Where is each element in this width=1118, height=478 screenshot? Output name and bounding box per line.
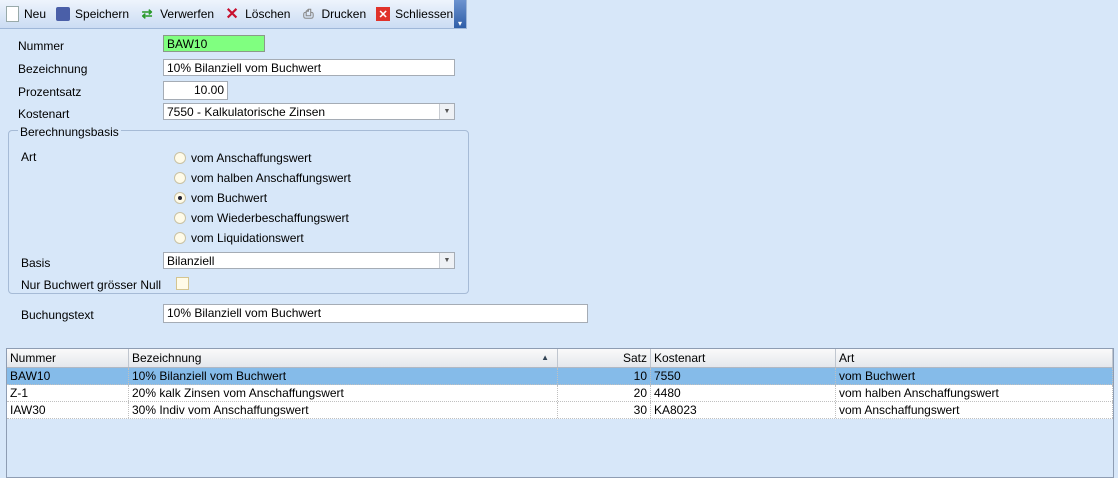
group-title: Berechnungsbasis	[18, 125, 121, 139]
radio-icon	[174, 172, 186, 184]
data-grid: Nummer Bezeichnung ▲ Satz Kostenart Art B…	[6, 348, 1114, 478]
table-row[interactable]: IAW30 30% Indiv vom Anschaffungswert 30 KA8…	[7, 402, 1113, 419]
cell-nummer: BAW10	[7, 368, 129, 384]
cell-bezeichnung: 30% Indiv vom Anschaffungswert	[129, 402, 558, 418]
new-document-icon	[6, 6, 19, 22]
sort-ascending-icon: ▲	[541, 353, 549, 362]
column-header-nummer[interactable]: Nummer	[7, 349, 129, 367]
nummer-field[interactable]: BAW10	[163, 35, 265, 52]
cell-art: vom halben Anschaffungswert	[836, 385, 1113, 401]
cell-bezeichnung: 10% Bilanziell vom Buchwert	[129, 368, 558, 384]
column-header-art[interactable]: Art	[836, 349, 1113, 367]
nur-buchwert-label: Nur Buchwert grösser Null	[21, 278, 162, 292]
kostenart-label: Kostenart	[18, 107, 70, 121]
cell-satz: 30	[558, 402, 651, 418]
radio-icon	[174, 232, 186, 244]
discard-arrow-icon: ⇄	[141, 6, 153, 21]
delete-x-icon: ✕	[225, 6, 239, 23]
radio-checked-icon	[174, 192, 186, 204]
chevron-down-icon[interactable]: ▼	[439, 253, 454, 268]
kostenart-select[interactable]: 7550 - Kalkulatorische Zinsen ▼	[163, 103, 455, 120]
nummer-label: Nummer	[18, 39, 65, 53]
cell-bezeichnung: 20% kalk Zinsen vom Anschaffungswert	[129, 385, 558, 401]
close-button[interactable]: ✕ Schliessen	[376, 7, 453, 21]
radio-liquidationswert[interactable]: vom Liquidationswert	[174, 231, 304, 245]
nur-buchwert-checkbox[interactable]	[176, 277, 189, 290]
column-header-satz[interactable]: Satz	[558, 349, 651, 367]
table-row[interactable]: BAW10 10% Bilanziell vom Buchwert 10 7550 vo…	[7, 368, 1113, 385]
bezeichnung-label: Bezeichnung	[18, 62, 88, 76]
column-header-bezeichnung[interactable]: Bezeichnung ▲	[129, 349, 558, 367]
save-button[interactable]: Speichern	[56, 7, 129, 21]
kostenart-value: 7550 - Kalkulatorische Zinsen	[167, 105, 326, 119]
floppy-disk-icon	[56, 7, 71, 21]
toolbar-overflow-button[interactable]: ▾	[454, 0, 466, 28]
radio-icon	[174, 212, 186, 224]
cell-art: vom Anschaffungswert	[836, 402, 1113, 418]
cell-art: vom Buchwert	[836, 368, 1113, 384]
print-button[interactable]: ⎙ Drucken	[300, 6, 366, 22]
grid-header: Nummer Bezeichnung ▲ Satz Kostenart Art	[7, 349, 1113, 368]
radio-halber-anschaffungswert[interactable]: vom halben Anschaffungswert	[174, 171, 351, 185]
buchungstext-label: Buchungstext	[21, 308, 94, 322]
radio-icon	[174, 152, 186, 164]
radio-anschaffungswert[interactable]: vom Anschaffungswert	[174, 151, 312, 165]
column-header-kostenart[interactable]: Kostenart	[651, 349, 836, 367]
bezeichnung-field[interactable]: 10% Bilanziell vom Buchwert	[163, 59, 455, 76]
toolbar: Neu Speichern ⇄ Verwerfen ✕ Löschen ⎙ Druck…	[0, 0, 467, 29]
discard-button[interactable]: ⇄ Verwerfen	[139, 6, 214, 22]
cell-kostenart: KA8023	[651, 402, 836, 418]
buchungstext-field[interactable]: 10% Bilanziell vom Buchwert	[163, 304, 588, 323]
cell-nummer: Z-1	[7, 385, 129, 401]
new-button[interactable]: Neu	[6, 6, 46, 22]
printer-icon: ⎙	[303, 6, 314, 21]
radio-wiederbeschaffungswert[interactable]: vom Wiederbeschaffungswert	[174, 211, 349, 225]
prozentsatz-label: Prozentsatz	[18, 85, 82, 99]
close-x-icon: ✕	[376, 7, 391, 21]
basis-select[interactable]: Bilanziell ▼	[163, 252, 455, 269]
radio-buchwert[interactable]: vom Buchwert	[174, 191, 267, 205]
table-row[interactable]: Z-1 20% kalk Zinsen vom Anschaffungswert 2…	[7, 385, 1113, 402]
basis-value: Bilanziell	[167, 254, 215, 268]
basis-label: Basis	[21, 256, 51, 270]
chevron-down-icon[interactable]: ▼	[439, 104, 454, 119]
cell-nummer: IAW30	[7, 402, 129, 418]
cell-kostenart: 7550	[651, 368, 836, 384]
delete-button[interactable]: ✕ Löschen	[224, 6, 290, 23]
cell-kostenart: 4480	[651, 385, 836, 401]
cell-satz: 20	[558, 385, 651, 401]
art-label: Art	[21, 150, 37, 164]
cell-satz: 10	[558, 368, 651, 384]
prozentsatz-field[interactable]: 10.00	[163, 81, 228, 100]
